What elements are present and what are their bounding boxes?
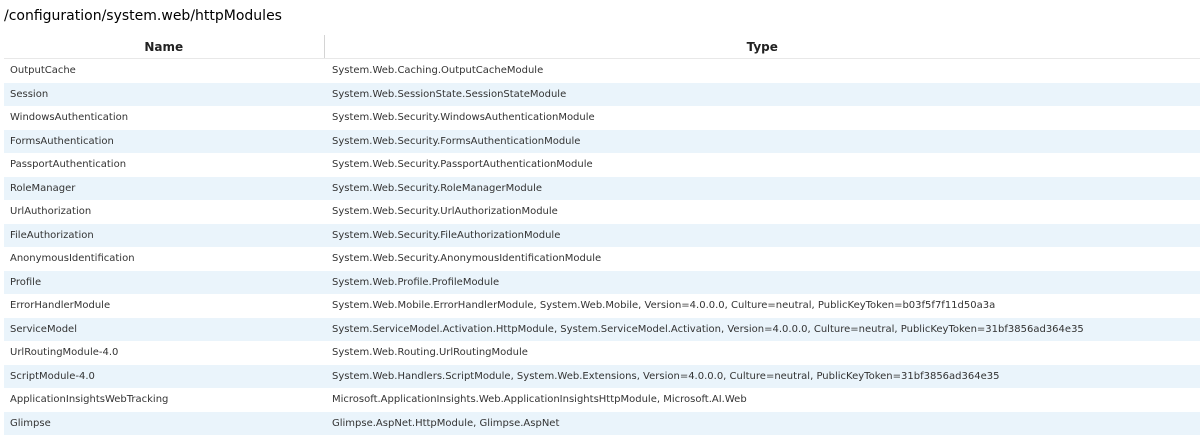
module-type-cell: Microsoft.ApplicationInsights.Web.Applic… — [324, 388, 1200, 412]
module-type-cell: System.Web.Security.RoleManagerModule — [324, 176, 1200, 200]
module-name-cell: WindowsAuthentication — [4, 106, 324, 130]
column-header-type[interactable]: Type — [324, 35, 1200, 59]
module-name-cell: UrlRoutingModule-4.0 — [4, 341, 324, 365]
module-name-cell: PassportAuthentication — [4, 153, 324, 177]
table-row: ScriptModule-4.0 System.Web.Handlers.Scr… — [4, 364, 1200, 388]
table-header: Name Type — [4, 35, 1200, 59]
module-name-cell: AnonymousIdentification — [4, 247, 324, 271]
table-row: UrlAuthorization System.Web.Security.Url… — [4, 200, 1200, 224]
module-name-cell: Profile — [4, 270, 324, 294]
table-row: FileAuthorization System.Web.Security.Fi… — [4, 223, 1200, 247]
module-type-cell: Glimpse.AspNet.HttpModule, Glimpse.AspNe… — [324, 411, 1200, 435]
module-type-cell: System.Web.Profile.ProfileModule — [324, 270, 1200, 294]
module-type-cell: System.Web.Handlers.ScriptModule, System… — [324, 364, 1200, 388]
module-name-cell: ScriptModule-4.0 — [4, 364, 324, 388]
column-header-name[interactable]: Name — [4, 35, 325, 59]
module-name-cell: UrlAuthorization — [4, 200, 324, 224]
table-row: Glimpse Glimpse.AspNet.HttpModule, Glimp… — [4, 411, 1200, 435]
table-row: Profile System.Web.Profile.ProfileModule — [4, 270, 1200, 294]
table-row: ServiceModel System.ServiceModel.Activat… — [4, 317, 1200, 341]
module-name-cell: FormsAuthentication — [4, 129, 324, 153]
module-name-cell: ApplicationInsightsWebTracking — [4, 388, 324, 412]
table-row: Session System.Web.SessionState.SessionS… — [4, 82, 1200, 106]
module-name-cell: FileAuthorization — [4, 223, 324, 247]
module-name-cell: Glimpse — [4, 411, 324, 435]
module-type-cell: System.Web.Security.FormsAuthenticationM… — [324, 129, 1200, 153]
module-type-cell: System.Web.SessionState.SessionStateModu… — [324, 82, 1200, 106]
module-type-cell: System.Web.Caching.OutputCacheModule — [324, 58, 1200, 83]
module-type-cell: System.Web.Mobile.ErrorHandlerModule, Sy… — [324, 294, 1200, 318]
module-type-cell: System.ServiceModel.Activation.HttpModul… — [324, 317, 1200, 341]
table-row: WindowsAuthentication System.Web.Securit… — [4, 106, 1200, 130]
table-header-row: Name Type — [4, 35, 1200, 59]
http-modules-table-container: Name Type OutputCache System.Web.Caching… — [4, 35, 1200, 435]
module-name-cell: OutputCache — [4, 58, 324, 83]
table-row: RoleManager System.Web.Security.RoleMana… — [4, 176, 1200, 200]
module-type-cell: System.Web.Security.FileAuthorizationMod… — [324, 223, 1200, 247]
table-row: ErrorHandlerModule System.Web.Mobile.Err… — [4, 294, 1200, 318]
table-row: AnonymousIdentification System.Web.Secur… — [4, 247, 1200, 271]
table-row: PassportAuthentication System.Web.Securi… — [4, 153, 1200, 177]
module-type-cell: System.Web.Routing.UrlRoutingModule — [324, 341, 1200, 365]
module-type-cell: System.Web.Security.WindowsAuthenticatio… — [324, 106, 1200, 130]
module-type-cell: System.Web.Security.UrlAuthorizationModu… — [324, 200, 1200, 224]
table-row: ApplicationInsightsWebTracking Microsoft… — [4, 388, 1200, 412]
table-row: UrlRoutingModule-4.0 System.Web.Routing.… — [4, 341, 1200, 365]
table-row: OutputCache System.Web.Caching.OutputCac… — [4, 58, 1200, 83]
module-type-cell: System.Web.Security.PassportAuthenticati… — [324, 153, 1200, 177]
module-name-cell: RoleManager — [4, 176, 324, 200]
table-body: OutputCache System.Web.Caching.OutputCac… — [4, 58, 1200, 435]
page-title: /configuration/system.web/httpModules — [4, 8, 282, 24]
module-name-cell: ServiceModel — [4, 317, 324, 341]
http-modules-table: Name Type OutputCache System.Web.Caching… — [4, 35, 1200, 435]
module-type-cell: System.Web.Security.AnonymousIdentificat… — [324, 247, 1200, 271]
module-name-cell: ErrorHandlerModule — [4, 294, 324, 318]
module-name-cell: Session — [4, 82, 324, 106]
table-row: FormsAuthentication System.Web.Security.… — [4, 129, 1200, 153]
